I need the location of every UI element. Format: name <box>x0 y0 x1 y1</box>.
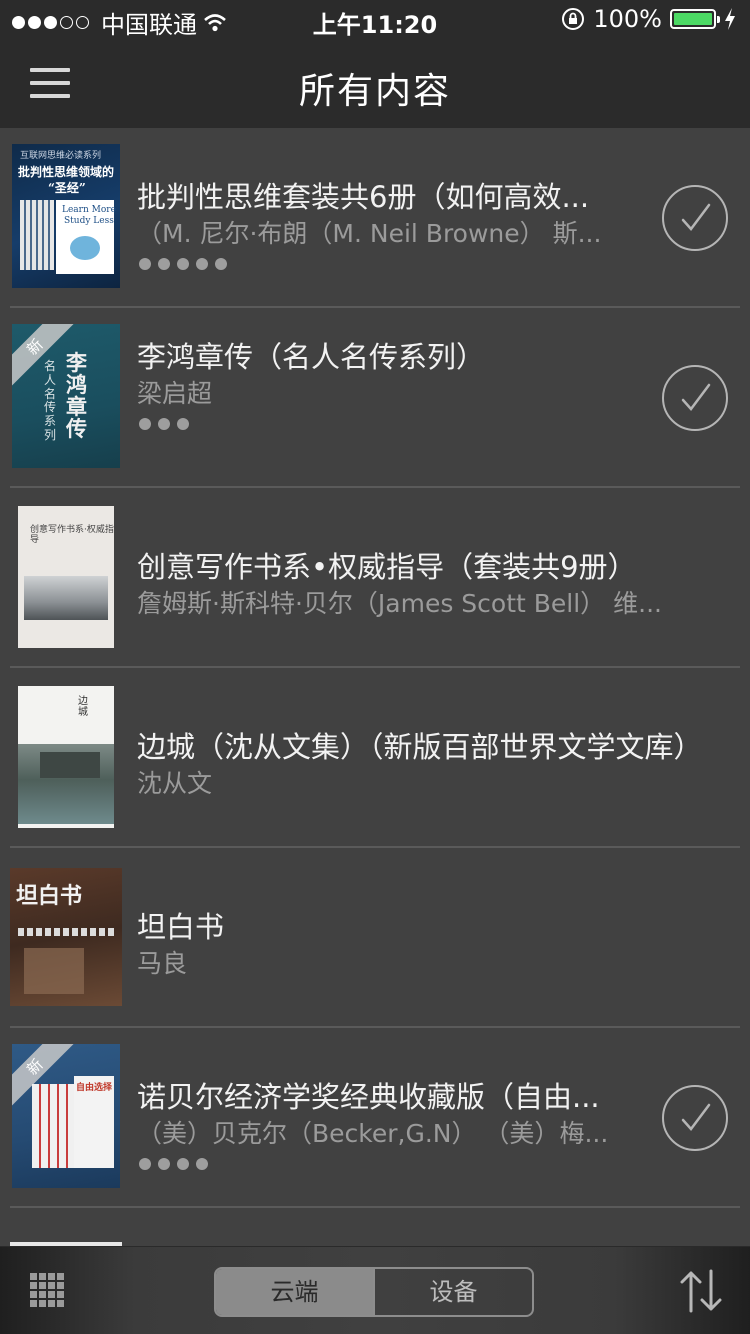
book-row-li-hongzhang[interactable]: 新 李鸿章传 名人名传系列 李鸿章传（名人名传系列） 梁启超 <box>0 308 750 488</box>
check-circle-icon[interactable] <box>662 365 728 431</box>
book-title: 李鸿章传（名人名传系列） <box>137 340 486 374</box>
reading-progress-dots <box>139 1158 208 1170</box>
book-row-nobel-economics[interactable]: 新 自由选择 诺贝尔经济学奖经典收藏版（自由... （美）贝克尔（Becker,… <box>0 1028 750 1208</box>
app-screen: 中国联通 上午11:20 100% 所有内容 互联网思维必读系列 批判性思维领域… <box>0 0 750 1334</box>
page-title: 所有内容 <box>298 71 451 112</box>
check-circle-icon[interactable] <box>662 185 728 251</box>
tab-cloud[interactable]: 云端 <box>216 1269 373 1315</box>
book-cover: 边城 <box>18 686 114 828</box>
book-cover: 互联网思维必读系列 批判性思维领域的 “圣经” Learn More Study… <box>12 144 120 288</box>
book-cover: 新 李鸿章传 名人名传系列 <box>12 324 120 468</box>
book-row-bian-cheng[interactable]: 边城 边城（沈从文集）（新版百部世界文学文库） 沈从文 <box>0 668 750 848</box>
book-title: 坦白书 <box>137 910 225 944</box>
book-author: （美）贝克尔（Becker,G.N） （美）梅... <box>137 1119 609 1148</box>
tab-device[interactable]: 设备 <box>373 1269 532 1315</box>
book-title: 诺贝尔经济学奖经典收藏版（自由... <box>137 1080 600 1114</box>
sort-icon[interactable] <box>678 1269 724 1313</box>
check-circle-icon[interactable] <box>662 1085 728 1151</box>
charging-bolt-icon <box>725 8 735 30</box>
book-row-tan-bai-shu[interactable]: 坦白书 坦白书 马良 <box>0 848 750 1028</box>
book-list: 互联网思维必读系列 批判性思维领域的 “圣经” Learn More Study… <box>0 128 750 1282</box>
book-row-creative-writing[interactable]: 创意写作书系·权威指导 创意写作书系•权威指导（套装共9册） 詹姆斯·斯科特·贝… <box>0 488 750 668</box>
reading-progress-dots <box>139 258 227 270</box>
source-segmented-control: 云端 设备 <box>214 1267 534 1317</box>
book-cover: 创意写作书系·权威指导 <box>18 506 114 648</box>
book-title: 批判性思维套装共6册（如何高效... <box>137 180 590 214</box>
battery-percent: 100% <box>593 5 662 33</box>
book-author: （M. 尼尔·布朗（M. Neil Browne） 斯... <box>137 219 602 248</box>
book-title: 创意写作书系•权威指导（套装共9册） <box>137 550 637 584</box>
book-author: 马良 <box>137 949 188 978</box>
book-author: 沈从文 <box>137 769 213 798</box>
nav-bar: 所有内容 <box>0 40 750 128</box>
grid-view-icon[interactable] <box>30 1273 66 1309</box>
status-right: 100% <box>561 5 736 33</box>
book-row-critical-thinking[interactable]: 互联网思维必读系列 批判性思维领域的 “圣经” Learn More Study… <box>0 128 750 308</box>
reading-progress-dots <box>139 418 189 430</box>
book-author: 詹姆斯·斯科特·贝尔（James Scott Bell） 维... <box>137 589 662 618</box>
book-title: 边城（沈从文集）（新版百部世界文学文库） <box>137 730 703 764</box>
battery-icon <box>670 9 720 29</box>
rotation-lock-icon <box>562 8 585 30</box>
book-cover: 坦白书 <box>10 868 122 1006</box>
bottom-toolbar: 云端 设备 <box>0 1246 750 1334</box>
book-author: 梁启超 <box>137 379 213 408</box>
status-bar: 中国联通 上午11:20 100% <box>0 0 750 40</box>
book-cover: 新 自由选择 <box>12 1044 120 1188</box>
